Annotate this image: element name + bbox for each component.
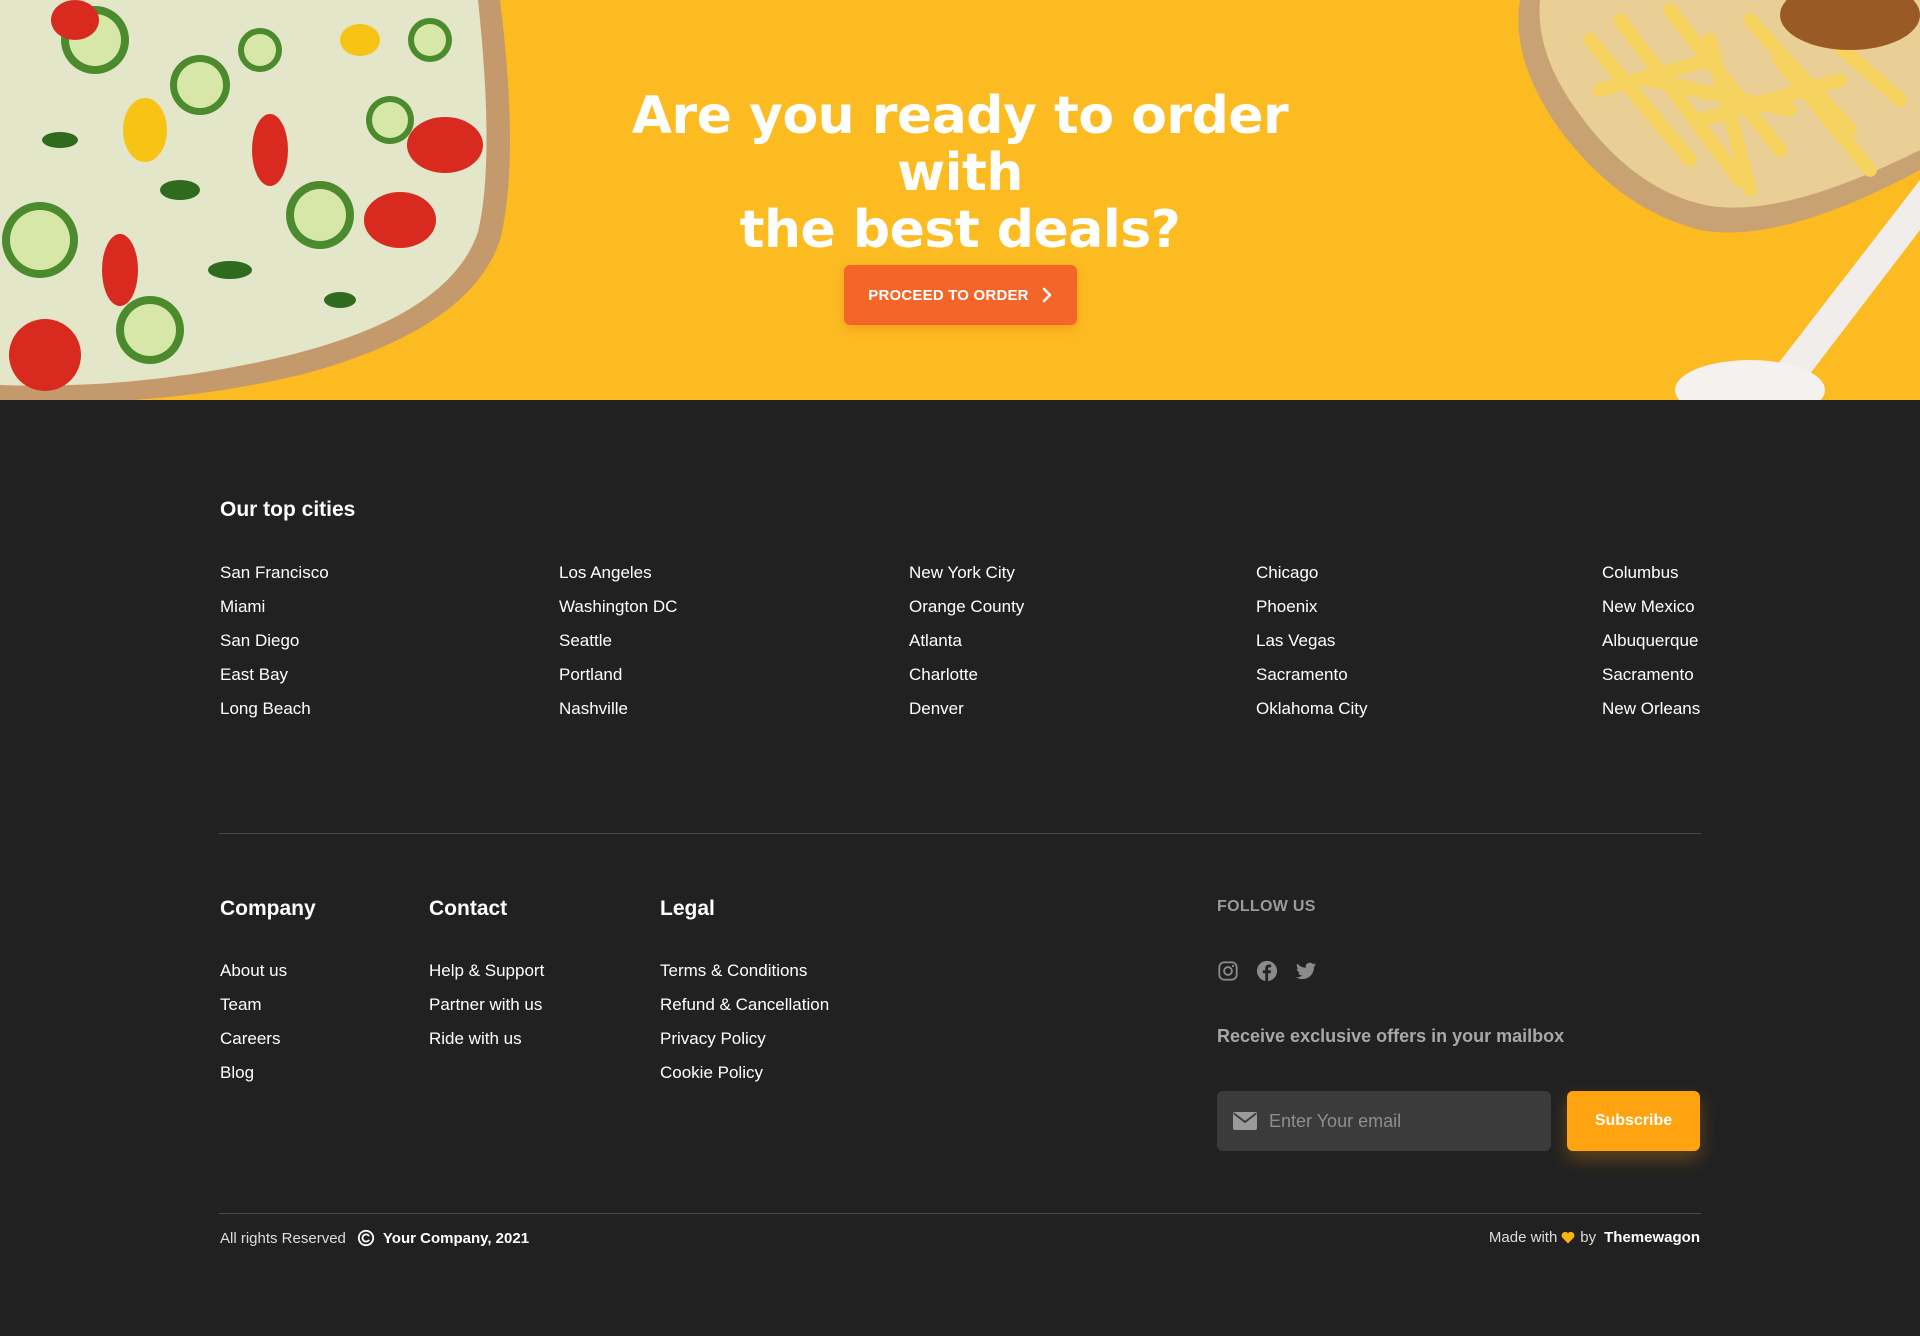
city-link[interactable]: Seattle [559,630,677,664]
hero-title: Are you ready to order with the best dea… [580,88,1340,259]
city-link[interactable]: Long Beach [220,698,329,732]
city-link[interactable]: East Bay [220,664,329,698]
city-link[interactable]: Charlotte [909,664,1024,698]
city-link[interactable]: Las Vegas [1256,630,1367,664]
by-text: by [1580,1229,1597,1246]
fries-image [1518,0,1920,400]
social-links [1217,960,1317,982]
subscribe-button[interactable]: Subscribe [1567,1091,1700,1151]
city-link[interactable]: New Mexico [1602,596,1700,630]
proceed-to-order-label: PROCEED TO ORDER [868,286,1029,304]
copyright: All rights Reserved Your Company, 2021 [220,1229,529,1247]
contact-links: Help & Support Partner with us Ride with… [429,960,544,1062]
footer-link[interactable]: Terms & Conditions [660,960,829,994]
company-links: About us Team Careers Blog [220,960,287,1096]
copyright-icon [357,1229,374,1247]
city-link[interactable]: Chicago [1256,562,1367,596]
email-field[interactable] [1217,1091,1551,1151]
footer: Our top cities San Francisco Miami San D… [0,400,1920,1336]
mail-icon [1233,1112,1257,1130]
footer-link[interactable]: Partner with us [429,994,544,1028]
city-column-5: Columbus New Mexico Albuquerque Sacramen… [1602,562,1700,732]
legal-title: Legal [660,897,715,920]
legal-links: Terms & Conditions Refund & Cancellation… [660,960,829,1096]
footer-link[interactable]: Privacy Policy [660,1028,829,1062]
city-link[interactable]: Albuquerque [1602,630,1700,664]
footer-link[interactable]: Ride with us [429,1028,544,1062]
top-cities-title: Our top cities [220,498,356,521]
city-link[interactable]: New York City [909,562,1024,596]
footer-link[interactable]: About us [220,960,287,994]
hero-title-line2: the best deals? [739,200,1181,260]
heart-icon [1561,1231,1575,1244]
facebook-icon[interactable] [1256,960,1278,982]
follow-us-title: FOLLOW US [1217,898,1316,915]
city-link[interactable]: San Diego [220,630,329,664]
divider [219,833,1701,834]
city-link[interactable]: Portland [559,664,677,698]
salad-image [0,0,510,400]
made-with-text: Made with [1488,1229,1558,1246]
city-column-3: New York City Orange County Atlanta Char… [909,562,1024,732]
made-with: Made with by Themewagon [1489,1229,1700,1246]
city-link[interactable]: Washington DC [559,596,677,630]
city-link[interactable]: Oklahoma City [1256,698,1367,732]
footer-link[interactable]: Blog [220,1062,287,1096]
company-name: Your Company, 2021 [382,1229,530,1247]
footer-link[interactable]: Team [220,994,287,1028]
hero-banner: Are you ready to order with the best dea… [0,0,1920,400]
themewagon-link[interactable]: Themewagon [1604,1229,1700,1246]
footer-link[interactable]: Refund & Cancellation [660,994,829,1028]
proceed-to-order-button[interactable]: PROCEED TO ORDER [844,265,1077,325]
city-link[interactable]: Sacramento [1602,664,1700,698]
footer-link[interactable]: Help & Support [429,960,544,994]
city-link[interactable]: Orange County [909,596,1024,630]
city-link[interactable]: Miami [220,596,329,630]
newsletter-title: Receive exclusive offers in your mailbox [1217,1026,1565,1046]
city-link[interactable]: Nashville [559,698,677,732]
rights-text: All rights Reserved [220,1229,346,1247]
city-link[interactable]: Los Angeles [559,562,677,596]
company-title: Company [220,897,316,920]
email-input[interactable] [1269,1110,1539,1132]
city-link[interactable]: San Francisco [220,562,329,596]
footer-link[interactable]: Careers [220,1028,287,1062]
hero-title-line1: Are you ready to order with [631,86,1289,203]
city-link[interactable]: Phoenix [1256,596,1367,630]
chevron-right-icon [1042,287,1051,303]
divider [219,1213,1701,1214]
instagram-icon[interactable] [1217,960,1239,982]
city-link[interactable]: Atlanta [909,630,1024,664]
city-link[interactable]: Sacramento [1256,664,1367,698]
twitter-icon[interactable] [1295,960,1317,982]
city-column-4: Chicago Phoenix Las Vegas Sacramento Okl… [1256,562,1367,732]
city-link[interactable]: Denver [909,698,1024,732]
city-link[interactable]: New Orleans [1602,698,1700,732]
contact-title: Contact [429,897,508,920]
city-link[interactable]: Columbus [1602,562,1700,596]
city-column-2: Los Angeles Washington DC Seattle Portla… [559,562,677,732]
footer-link[interactable]: Cookie Policy [660,1062,829,1096]
city-column-1: San Francisco Miami San Diego East Bay L… [220,562,329,732]
